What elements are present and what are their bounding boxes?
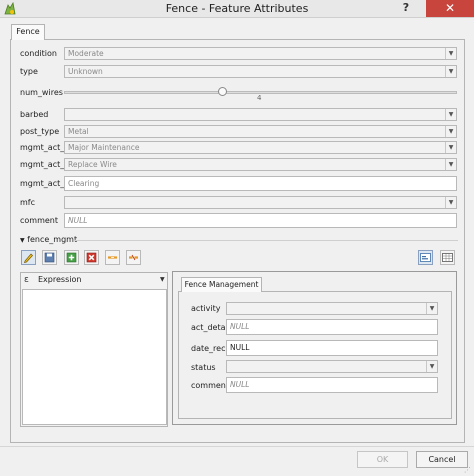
table-view-button[interactable] (440, 250, 455, 265)
expression-selector[interactable]: ε Expression ▼ (20, 272, 168, 288)
chevron-down-icon: ▼ (426, 303, 437, 314)
mgmt-act-3-label: mgmt_act_3 (20, 179, 70, 188)
comment-input[interactable]: NULL (64, 213, 457, 228)
post-type-label: post_type (20, 127, 60, 136)
help-button[interactable]: ? (398, 1, 414, 17)
mgmt-act-2-combo[interactable]: Replace Wire ▼ (64, 158, 457, 171)
collapse-triangle-icon: ▼ (20, 237, 25, 244)
footer-divider (0, 446, 474, 447)
type-label: type (20, 67, 38, 76)
condition-value: Moderate (68, 49, 104, 58)
barbed-label: barbed (20, 110, 49, 119)
expression-label: Expression (38, 275, 82, 284)
type-combo[interactable]: Unknown ▼ (64, 65, 457, 78)
barbed-combo[interactable]: ▼ (64, 108, 457, 121)
unlink-icon (129, 254, 138, 261)
post-type-value: Metal (68, 127, 89, 136)
close-icon: ✕ (444, 1, 456, 15)
link-feature-button[interactable] (105, 250, 120, 265)
mgmt-act-2-label: mgmt_act_2 (20, 160, 70, 169)
status-combo[interactable]: ▼ (226, 360, 438, 373)
mfc-label: mfc (20, 198, 36, 207)
chevron-down-icon: ▼ (445, 142, 456, 153)
mgmt-act-3-input[interactable]: Clearing (64, 176, 457, 191)
delete-feature-button[interactable] (84, 250, 99, 265)
chevron-down-icon: ▼ (426, 361, 437, 372)
num-wires-value: 4 (257, 94, 262, 102)
type-value: Unknown (68, 67, 103, 76)
tab-fence-management[interactable]: Fence Management (181, 277, 262, 292)
feature-list[interactable] (22, 289, 167, 425)
link-icon (108, 256, 117, 259)
fence-mgmt-title-text: fence_mgmt (27, 235, 78, 244)
ok-button[interactable]: OK (357, 451, 408, 468)
relation-comment-label: comment (191, 381, 230, 390)
add-icon (66, 252, 77, 263)
condition-label: condition (20, 49, 57, 58)
form-view-icon (420, 253, 431, 262)
expression-icon: ε (24, 275, 29, 285)
mgmt-act-1-combo[interactable]: Major Maintenance ▼ (64, 141, 457, 154)
save-edits-button[interactable] (42, 250, 57, 265)
chevron-down-icon: ▼ (445, 159, 456, 170)
post-type-combo[interactable]: Metal ▼ (64, 125, 457, 138)
activity-label: activity (191, 304, 221, 313)
activity-combo[interactable]: ▼ (226, 302, 438, 315)
chevron-down-icon: ▼ (160, 276, 165, 283)
num-wires-slider-handle[interactable] (217, 87, 227, 96)
relation-comment-input[interactable]: NULL (226, 377, 438, 393)
chevron-down-icon: ▼ (445, 66, 456, 77)
form-view-button[interactable] (418, 250, 433, 265)
section-divider (74, 240, 458, 241)
date-rec-label: date_rec (191, 344, 226, 353)
title-bar: Fence - Feature Attributes ? ✕ (0, 0, 474, 18)
toggle-edit-button[interactable] (21, 250, 36, 265)
mgmt-act-2-value: Replace Wire (68, 160, 117, 169)
tab-fence[interactable]: Fence (11, 24, 45, 40)
unlink-feature-button[interactable] (126, 250, 141, 265)
add-feature-button[interactable] (64, 250, 79, 265)
condition-combo[interactable]: Moderate ▼ (64, 47, 457, 60)
delete-icon (86, 252, 97, 263)
date-rec-input[interactable]: NULL (226, 340, 438, 356)
act-detail-label: act_detail (191, 323, 230, 332)
chevron-down-icon: ▼ (445, 48, 456, 59)
chevron-down-icon: ▼ (445, 109, 456, 120)
chevron-down-icon: ▼ (445, 197, 456, 208)
fence-mgmt-section-title[interactable]: ▼ fence_mgmt (20, 235, 77, 244)
table-view-icon (442, 253, 453, 262)
mfc-combo[interactable]: ▼ (64, 196, 457, 209)
pencil-icon (23, 253, 33, 263)
cancel-button[interactable]: Cancel (416, 451, 468, 468)
close-button[interactable]: ✕ (426, 0, 474, 17)
act-detail-input[interactable]: NULL (226, 319, 438, 335)
mgmt-act-1-label: mgmt_act_1 (20, 143, 70, 152)
status-label: status (191, 363, 216, 372)
chevron-down-icon: ▼ (445, 126, 456, 137)
save-icon (44, 252, 55, 263)
num-wires-label: num_wires (20, 88, 63, 97)
resize-grip-icon[interactable]: ⋰ (464, 466, 472, 474)
mgmt-act-1-value: Major Maintenance (68, 143, 140, 152)
comment-label: comment (20, 216, 59, 225)
